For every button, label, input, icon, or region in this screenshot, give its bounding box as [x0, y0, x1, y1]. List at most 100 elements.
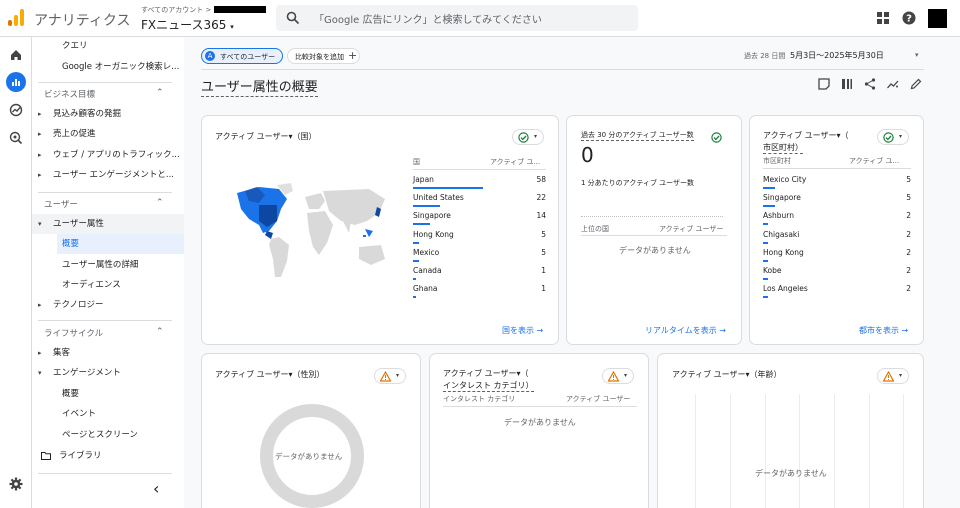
folder-icon [41, 452, 51, 460]
nav-item-demographics-overview[interactable]: 概要 [32, 234, 184, 254]
nav-item-demographics-details[interactable]: ユーザー属性の詳細 [32, 255, 184, 275]
chevron-down-icon: ▾ [396, 372, 400, 379]
divider [581, 235, 727, 236]
data-quality-status[interactable]: ▾ [512, 129, 544, 145]
nav-section-business-goals[interactable]: ビジネス目標 [44, 88, 95, 100]
collapse-nav-chevron-icon[interactable]: ‹ [153, 481, 159, 497]
help-icon[interactable]: ? [902, 11, 916, 25]
account-avatar[interactable] [928, 9, 947, 28]
data-quality-status[interactable]: ▾ [374, 368, 406, 384]
nav-item-technology[interactable]: ▸ テクノロジー [32, 295, 184, 315]
nav-section-user[interactable]: ユーザー [44, 198, 78, 210]
nav-item-engagement-overview[interactable]: 概要 [32, 384, 184, 404]
card-title-line2[interactable]: 市区町村） [763, 142, 803, 154]
date-range-prefix[interactable]: 過去 28 日間 [744, 51, 785, 61]
insights-sparkle-icon[interactable] [887, 78, 899, 90]
nav-item-label: 集客 [53, 348, 71, 358]
explore-icon[interactable] [9, 103, 23, 117]
advertising-icon[interactable] [9, 131, 23, 145]
card-title-line2[interactable]: インタレスト カテゴリ） [443, 380, 534, 392]
view-realtime-link[interactable]: リアルタイムを表示 → [645, 325, 726, 336]
date-range[interactable]: 5月3日～2025年5月30日 [790, 50, 884, 61]
table-row[interactable]: Mexico City [763, 175, 806, 184]
table-row-value: 5 [906, 193, 911, 202]
table-row[interactable]: Chigasaki [763, 230, 799, 239]
table-row[interactable]: Hong Kong [413, 230, 454, 239]
check-circle-icon [711, 132, 722, 143]
card-title[interactable]: アクティブ ユーザー▾（国） [215, 131, 317, 142]
table-row[interactable]: Singapore [763, 193, 801, 202]
value-bar [413, 187, 483, 189]
table-row[interactable]: Los Angeles [763, 284, 808, 293]
chevron-down-icon[interactable]: ▾ [915, 51, 919, 59]
edit-pencil-icon[interactable] [910, 78, 922, 90]
home-icon[interactable] [9, 48, 23, 62]
nav-item-drive-sales[interactable]: ▸ 売上の促進 [32, 124, 184, 144]
data-quality-status[interactable]: ▾ [602, 368, 634, 384]
app-title: アナリティクス [34, 13, 131, 29]
nav-item-label: テクノロジー [53, 300, 104, 310]
reports-rail-button[interactable] [6, 72, 26, 92]
nav-item-demographics[interactable]: ▾ ユーザー属性 [32, 214, 184, 234]
view-countries-link[interactable]: 国を表示 → [502, 325, 543, 336]
nav-item-library[interactable]: ライブラリ [32, 446, 184, 466]
nav-item-pages-screens[interactable]: ページとスクリーン [32, 425, 184, 445]
top-app-bar: アナリティクス すべてのアカウント > FXニュース365 ▾ 「Google … [0, 0, 960, 37]
nav-item-events[interactable]: イベント [32, 404, 184, 424]
table-row[interactable]: Ashburn [763, 211, 794, 220]
account-breadcrumb[interactable]: すべてのアカウント > [141, 5, 211, 15]
share-icon[interactable] [864, 78, 876, 90]
table-row-value: 5 [541, 230, 546, 239]
nav-item-label: エンゲージメント [53, 368, 121, 378]
table-row[interactable]: Canada [413, 266, 442, 275]
property-selector[interactable]: FXニュース365 ▾ [141, 16, 234, 33]
table-row[interactable]: Ghana [413, 284, 438, 293]
nav-item-label: 概要 [62, 239, 80, 249]
nav-divider [38, 192, 172, 193]
data-quality-status[interactable]: ▾ [877, 368, 909, 384]
chevron-up-icon[interactable]: ⌃ [156, 88, 164, 98]
nav-item-label: ページとスクリーン [62, 430, 138, 440]
column-header: アクティブ ユ... [490, 158, 541, 166]
card-title[interactable]: アクティブ ユーザー▾（年齢） [672, 369, 782, 380]
card-title[interactable]: アクティブ ユーザー▾（ [443, 368, 529, 379]
nav-item-query[interactable]: クエリ [32, 36, 184, 56]
nav-item-label: イベント [62, 409, 97, 419]
value-bar [413, 296, 416, 298]
card-title[interactable]: 過去 30 分のアクティブ ユーザー数 [581, 130, 694, 141]
column-header: アクティブ ユーザー [659, 225, 724, 233]
nav-item-google-organic[interactable]: Google オーガニック検索レ... [32, 57, 184, 77]
collapse-arrow-icon: ▾ [38, 220, 42, 228]
value-bar [763, 296, 768, 298]
chevron-up-icon[interactable]: ⌃ [156, 198, 164, 208]
search-bar[interactable]: 「Google 広告にリンク」と検索してみてください [276, 5, 638, 31]
nav-section-lifecycle[interactable]: ライフサイクル [44, 327, 103, 339]
no-data-message: データがありません [755, 469, 827, 478]
nav-item-lead-generation[interactable]: ▸ 見込み顧客の発掘 [32, 104, 184, 124]
chevron-up-icon[interactable]: ⌃ [156, 327, 164, 337]
apps-grid-icon[interactable] [876, 11, 890, 25]
card-title[interactable]: アクティブ ユーザー▾（ [763, 130, 849, 141]
table-row[interactable]: Mexico [413, 248, 439, 257]
view-cities-link[interactable]: 都市を表示 → [859, 325, 908, 336]
nav-item-label: 売上の促進 [53, 129, 96, 139]
table-row[interactable]: Singapore [413, 211, 451, 220]
table-row[interactable]: Japan [413, 175, 434, 184]
data-quality-status[interactable] [711, 130, 727, 146]
data-quality-status[interactable]: ▾ [877, 129, 909, 145]
card-title[interactable]: アクティブ ユーザー▾（性別） [215, 369, 325, 380]
table-row[interactable]: Kobe [763, 266, 782, 275]
nav-item-traffic[interactable]: ▸ ウェブ / アプリのトラフィック... [32, 145, 184, 165]
add-comparison-button[interactable]: 比較対象を追加 + [287, 48, 360, 64]
compare-columns-icon[interactable] [841, 78, 853, 90]
nav-item-acquisition[interactable]: ▸ 集客 [32, 343, 184, 363]
analytics-logo-icon[interactable] [8, 9, 24, 27]
nav-item-engagement[interactable]: ▾ エンゲージメント [32, 363, 184, 383]
table-row[interactable]: United States [413, 193, 464, 202]
nav-item-audiences[interactable]: オーディエンス [32, 275, 184, 295]
annotate-icon[interactable] [818, 78, 830, 90]
all-users-chip[interactable]: A すべてのユーザー [201, 48, 283, 64]
settings-gear-icon[interactable] [9, 477, 23, 491]
nav-item-user-engagement[interactable]: ▸ ユーザー エンゲージメントと... [32, 165, 184, 185]
table-row[interactable]: Hong Kong [763, 248, 804, 257]
